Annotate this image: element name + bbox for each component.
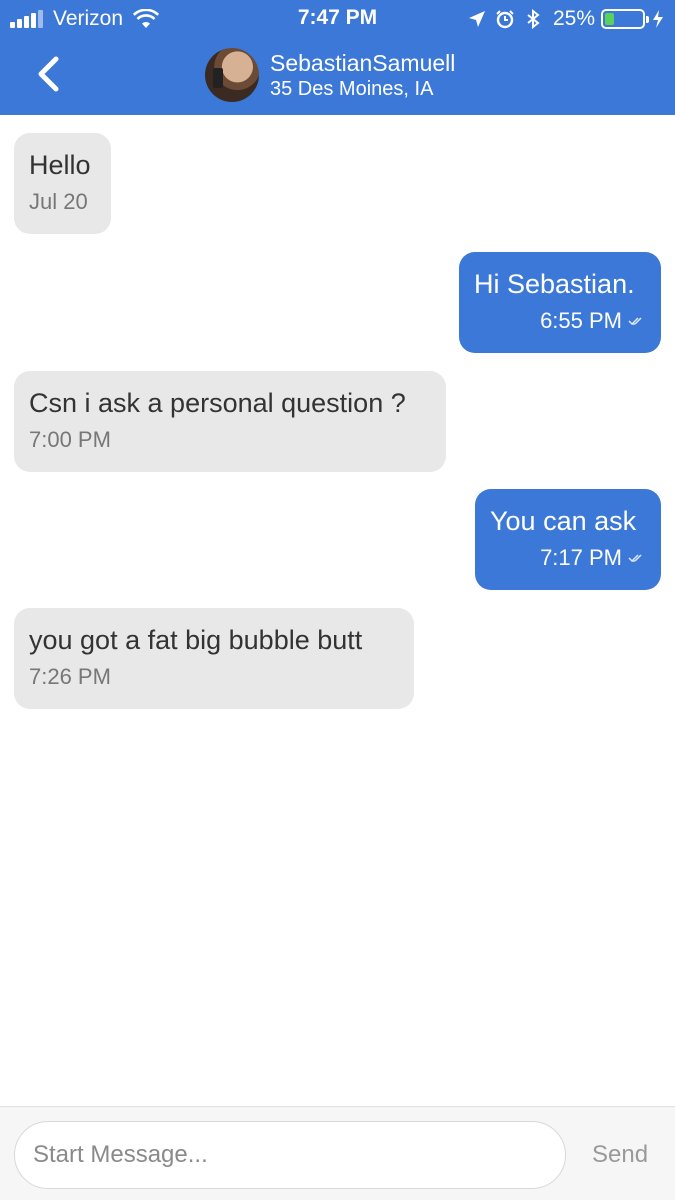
message-text: you got a fat big bubble butt (29, 625, 363, 655)
double-check-icon (628, 317, 642, 326)
contact-avatar[interactable] (205, 48, 259, 102)
message-time: 7:00 PM (29, 427, 111, 452)
double-check-icon (628, 554, 642, 563)
message-text: Hi Sebastian. (474, 269, 635, 299)
message-time: 7:17 PM (540, 545, 622, 570)
message-input[interactable] (14, 1121, 566, 1189)
bluetooth-icon (527, 9, 540, 29)
back-chevron-icon[interactable] (34, 56, 64, 92)
message-time: 6:55 PM (540, 308, 622, 333)
message-text: You can ask (490, 506, 637, 536)
battery-level-fill (605, 13, 614, 25)
message-composer: Send (0, 1106, 675, 1200)
status-bar: Verizon 7:47 PM 25% (0, 0, 675, 38)
charging-bolt-icon (653, 10, 663, 28)
message-bubble-outgoing[interactable]: Hi Sebastian. 6:55 PM (459, 252, 661, 353)
send-button[interactable]: Send (592, 1141, 648, 1169)
message-bubble-outgoing[interactable]: You can ask 7:17 PM (475, 489, 661, 590)
message-text: Csn i ask a personal question ? (29, 388, 406, 418)
message-time: 7:26 PM (29, 664, 111, 689)
message-text: Hello (29, 150, 91, 180)
alarm-clock-icon (496, 10, 514, 29)
contact-name[interactable]: SebastianSamuell (270, 50, 455, 77)
app-header: Verizon 7:47 PM 25% SebastianSamuell 35 … (0, 0, 675, 115)
message-bubble-incoming[interactable]: you got a fat big bubble butt 7:26 PM (14, 608, 414, 709)
contact-location: 35 Des Moines, IA (270, 78, 434, 100)
location-arrow-icon (468, 11, 485, 27)
battery-percent: 25% (552, 7, 595, 30)
message-bubble-incoming[interactable]: Hello Jul 20 (14, 133, 111, 234)
message-time: Jul 20 (29, 189, 88, 214)
message-bubble-incoming[interactable]: Csn i ask a personal question ? 7:00 PM (14, 371, 446, 472)
battery-icon (601, 9, 649, 29)
